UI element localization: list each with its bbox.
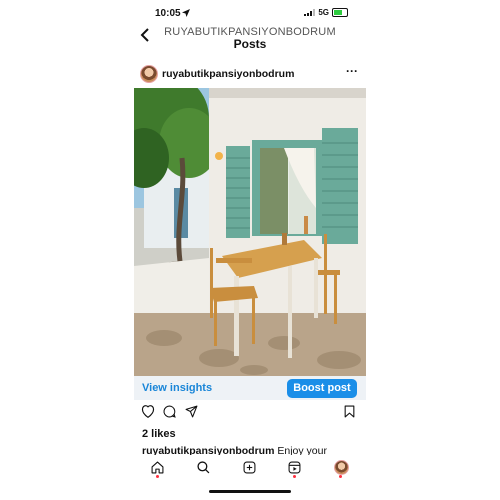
comment-icon[interactable] xyxy=(163,405,176,418)
network-label: 5G xyxy=(318,8,329,17)
likes-count[interactable]: 2 likes xyxy=(142,428,176,440)
status-indicators: 5G xyxy=(304,8,348,17)
boost-post-button[interactable]: Boost post xyxy=(287,379,357,398)
view-insights-link[interactable]: View insights xyxy=(142,382,212,394)
search-icon[interactable] xyxy=(197,461,210,474)
post-actions xyxy=(134,403,366,423)
create-icon[interactable] xyxy=(243,461,256,474)
post-avatar[interactable] xyxy=(140,65,158,83)
insights-bar: View insights Boost post xyxy=(134,376,366,400)
header: RUYABUTIKPANSIYONBODRUM Posts xyxy=(134,24,366,54)
tab-bar xyxy=(134,455,366,481)
location-arrow-icon xyxy=(182,9,190,17)
share-icon[interactable] xyxy=(185,405,198,418)
bookmark-icon[interactable] xyxy=(344,405,355,418)
signal-icon xyxy=(304,9,316,16)
post-username[interactable]: ruyabutikpansiyonbodrum xyxy=(162,68,294,80)
instagram-screen: 10:05 5G RUYABUTIKPANSIYONBODRUM Posts r… xyxy=(134,0,366,500)
page-title: Posts xyxy=(233,37,267,51)
heart-icon[interactable] xyxy=(141,405,155,418)
profile-avatar[interactable] xyxy=(334,460,349,475)
post-header: ruyabutikpansiyonbodrum ··· xyxy=(134,62,366,84)
home-icon[interactable] xyxy=(151,461,164,474)
more-icon[interactable]: ··· xyxy=(346,64,358,78)
status-bar: 10:05 5G xyxy=(134,0,366,26)
patio-photo xyxy=(134,88,366,376)
profile-notification-dot xyxy=(339,475,342,478)
status-time: 10:05 xyxy=(155,8,181,19)
battery-icon xyxy=(332,8,348,17)
home-indicator xyxy=(209,490,291,493)
reels-notification-dot xyxy=(293,475,296,478)
post-photo[interactable] xyxy=(134,88,366,376)
home-notification-dot xyxy=(156,475,159,478)
reels-icon[interactable] xyxy=(288,461,301,474)
